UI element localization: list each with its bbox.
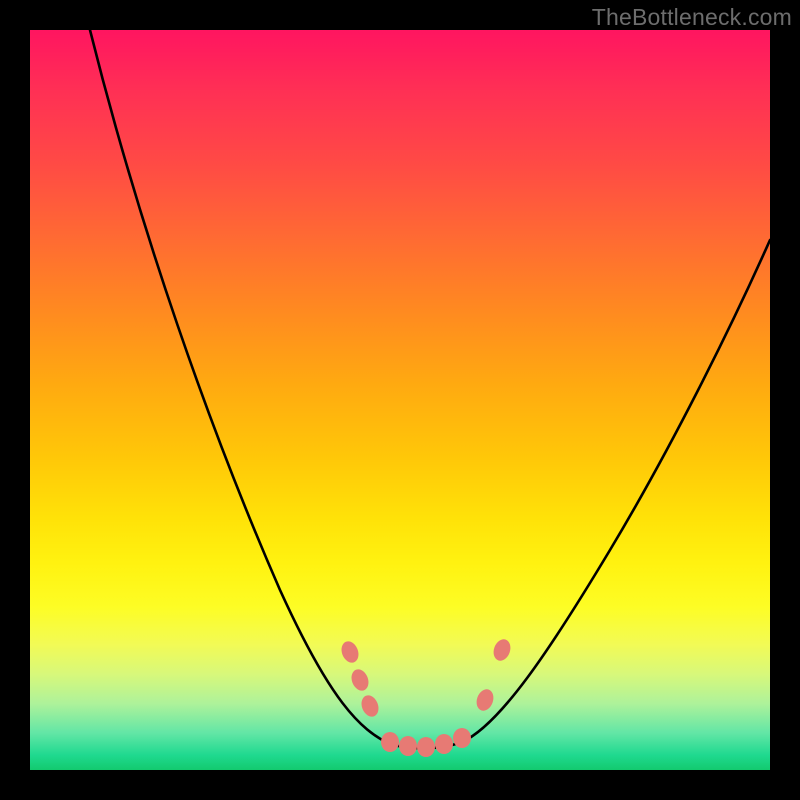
- marker-bottom-4: [435, 734, 453, 754]
- marker-bottom-2: [399, 736, 417, 756]
- marker-left-upper: [338, 639, 361, 665]
- marker-bottom-5: [453, 728, 471, 748]
- plot-area: [30, 30, 770, 770]
- marker-bottom-1: [381, 732, 399, 752]
- marker-bottom-3: [417, 737, 435, 757]
- bottleneck-curve: [90, 30, 770, 748]
- curve-svg: [30, 30, 770, 770]
- marker-left-lower: [358, 693, 381, 719]
- marker-right-upper: [491, 637, 514, 663]
- marker-group: [338, 637, 513, 757]
- marker-left-mid: [348, 667, 371, 693]
- marker-right-lower: [474, 687, 497, 713]
- watermark-text: TheBottleneck.com: [592, 4, 792, 31]
- chart-frame: TheBottleneck.com: [0, 0, 800, 800]
